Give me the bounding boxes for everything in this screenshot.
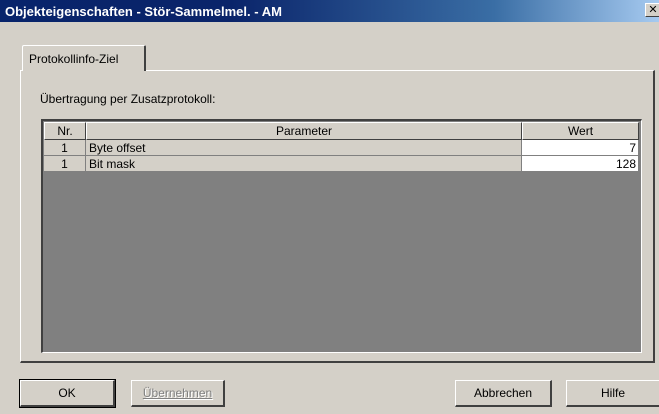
close-icon: ✕ xyxy=(648,3,658,16)
row-1-parameter: Byte offset xyxy=(86,140,522,156)
help-button-label: Hilfe xyxy=(600,386,625,400)
row-2-nr: 1 xyxy=(44,156,86,172)
row-1-value-field[interactable]: 7 xyxy=(522,140,639,156)
row-2-parameter: Bit mask xyxy=(86,156,522,172)
ok-button-label: OK xyxy=(58,386,76,400)
row-2-value-field[interactable]: 128 xyxy=(522,156,639,172)
column-header-label: Parameter xyxy=(275,124,333,138)
section-label: Übertragung per Zusatzprotokoll: xyxy=(40,92,216,106)
column-header-wert[interactable]: Wert xyxy=(522,122,639,140)
cancel-button[interactable]: Abbrechen xyxy=(455,380,552,407)
window-title: Objekteigenschaften - Stör-Sammelmel. - … xyxy=(5,3,282,19)
ok-button[interactable]: OK xyxy=(19,379,116,408)
column-header-label: Wert xyxy=(567,124,594,138)
column-header-nr[interactable]: Nr. xyxy=(44,122,86,140)
apply-button[interactable]: Übernehmen xyxy=(131,380,225,407)
column-header-parameter[interactable]: Parameter xyxy=(86,122,522,140)
apply-button-label: Übernehmen xyxy=(142,386,213,400)
help-button[interactable]: Hilfe xyxy=(566,380,659,407)
cancel-button-label: Abbrechen xyxy=(473,386,533,400)
title-bar[interactable]: Objekteigenschaften - Stör-Sammelmel. - … xyxy=(0,0,659,22)
column-header-label: Nr. xyxy=(57,124,73,138)
properties-dialog: Objekteigenschaften - Stör-Sammelmel. - … xyxy=(0,0,659,414)
row-1-nr: 1 xyxy=(44,140,86,156)
tab-protokollinfo-ziel[interactable]: Protokollinfo-Ziel xyxy=(22,45,146,71)
close-button[interactable]: ✕ xyxy=(645,3,659,17)
tab-label: Protokollinfo-Ziel xyxy=(29,51,119,66)
